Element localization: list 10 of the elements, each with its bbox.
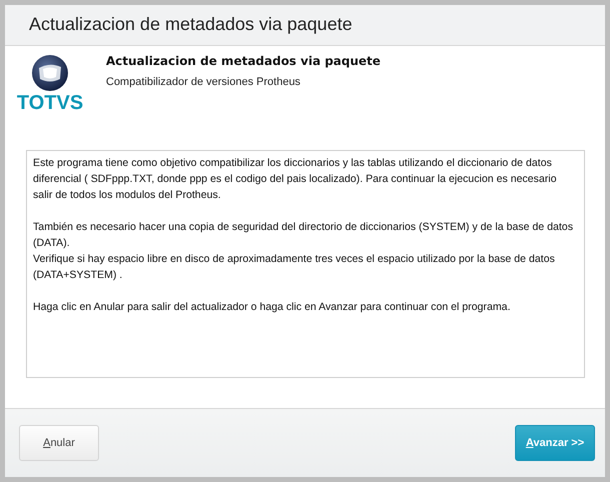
cancel-button[interactable]: Anular bbox=[19, 425, 99, 462]
globe-logo-icon bbox=[31, 54, 69, 92]
message-text: Verifique si hay espacio libre en disco de aproximadamente tres veces el espacio utilizado por la base de datos (DATA+SYSTEM) . bbox=[33, 252, 556, 284]
message-text: Haga clic en Anular para salir del actualizador o haga clic en Avanzar para continuar con el programa. bbox=[33, 300, 512, 316]
message-text: Este programa tiene como objetivo compatibilizar los diccionarios y las tablas utilizando el diccionario de datos diferencial ( SDFppp.TXT, donde ppp es el codigo del pais localizado). Para continuar la ejecucion es necesario salir de todos los modulos del Protheus. bbox=[33, 156, 558, 204]
logo-text: TOTVS bbox=[16, 92, 84, 115]
header-title: Actualizacion de metadados via paquete bbox=[106, 54, 381, 68]
header-subtitle: Compatibilizador de versiones Protheus bbox=[106, 76, 302, 88]
window-title: Actualizacion de metadados via paquete bbox=[29, 14, 352, 36]
message-text: También es necesario hacer una copia de seguridad del directorio de diccionarios (SYSTEM) y de la base de datos (DATA). bbox=[33, 220, 574, 252]
